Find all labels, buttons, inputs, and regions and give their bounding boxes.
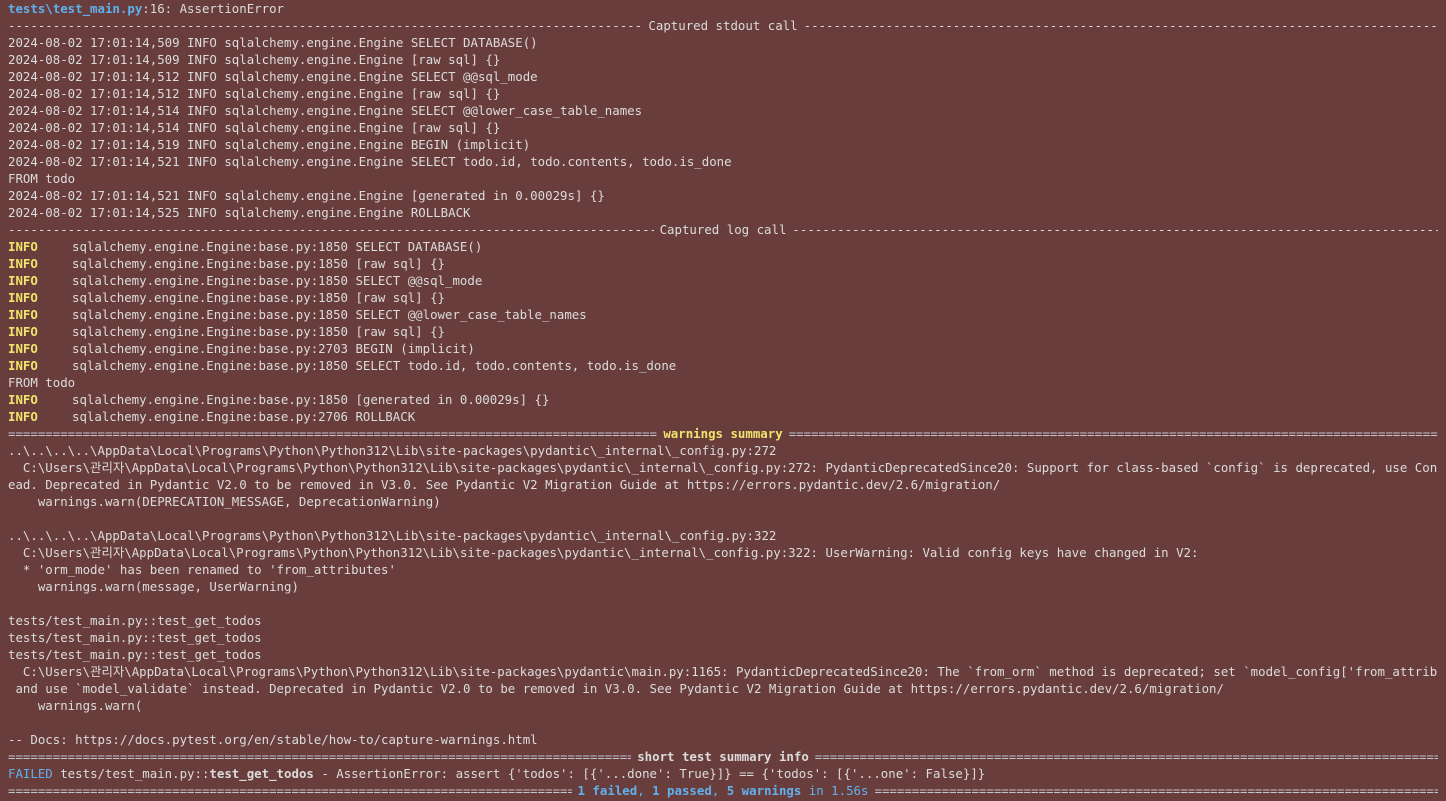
warning-message: C:\Users\관리자\AppData\Local\Programs\Pyth… <box>8 664 1438 679</box>
log-message: sqlalchemy.engine.Engine:base.py:1850 SE… <box>72 358 677 373</box>
log-line: INFO sqlalchemy.engine.Engine:base.py:185… <box>8 272 1438 289</box>
log-line-continuation: FROM todo <box>8 375 76 390</box>
log-message: sqlalchemy.engine.Engine:base.py:1850 [g… <box>72 392 550 407</box>
warnings-section-title: warnings summary <box>663 426 783 441</box>
log-line: INFO sqlalchemy.engine.Engine:base.py:185… <box>8 238 1438 255</box>
stdout-line: FROM todo <box>8 171 76 186</box>
warning-call: warnings.warn(DEPRECATION_MESSAGE, Depre… <box>8 494 441 509</box>
log-level: INFO <box>8 392 38 407</box>
stdout-section-title: Captured stdout call <box>648 18 798 33</box>
log-level: INFO <box>8 409 38 424</box>
log-section-title: Captured log call <box>659 222 787 237</box>
log-line: INFO sqlalchemy.engine.Engine:base.py:185… <box>8 391 1438 408</box>
warning-call: warnings.warn( <box>8 698 143 713</box>
log-level: INFO <box>8 256 38 271</box>
log-message: sqlalchemy.engine.Engine:base.py:2706 RO… <box>72 409 416 424</box>
warning-message: C:\Users\관리자\AppData\Local\Programs\Pyth… <box>8 460 1438 475</box>
failed-count: 1 failed <box>577 783 638 798</box>
traceback-error: :16: AssertionError <box>142 1 285 16</box>
log-message: sqlalchemy.engine.Engine:base.py:1850 [r… <box>72 256 445 271</box>
warnings-count: 5 warnings <box>726 783 802 798</box>
log-level: INFO <box>8 341 38 356</box>
log-message: sqlalchemy.engine.Engine:base.py:2703 BE… <box>72 341 475 356</box>
warning-test-id: tests/test_main.py::test_get_todos <box>8 647 262 662</box>
stdout-line: 2024-08-02 17:01:14,519 INFO sqlalchemy.… <box>8 137 531 152</box>
duration: in 1.56s <box>801 783 869 798</box>
failed-test-message: - AssertionError: assert {'todos': [{'..… <box>313 766 986 781</box>
failed-test-path: tests/test_main.py:: <box>52 766 210 781</box>
stdout-line: 2024-08-02 17:01:14,521 INFO sqlalchemy.… <box>8 188 605 203</box>
log-message: sqlalchemy.engine.Engine:base.py:1850 [r… <box>72 324 445 339</box>
stdout-line: 2024-08-02 17:01:14,525 INFO sqlalchemy.… <box>8 205 471 220</box>
final-result-line: 1 failed, 1 passed, 5 warnings in 1.56s <box>8 782 1438 799</box>
log-section-separator: Captured log call <box>8 221 1438 238</box>
log-message: sqlalchemy.engine.Engine:base.py:1850 SE… <box>72 239 483 254</box>
passed-count: 1 passed <box>652 783 712 798</box>
failed-test-name: test_get_todos <box>209 766 314 781</box>
stdout-section-separator: Captured stdout call <box>8 17 1438 34</box>
warning-message-continued: ead. Deprecated in Pydantic V2.0 to be r… <box>8 477 1001 492</box>
traceback-location: tests\test_main.py:16: AssertionError <box>8 0 1438 17</box>
docs-link[interactable]: -- Docs: https://docs.pytest.org/en/stab… <box>8 731 1438 748</box>
terminal-output: tests\test_main.py:16: AssertionError Ca… <box>0 0 1446 801</box>
summary-section-separator: short test summary info <box>8 748 1438 765</box>
summary-section-title: short test summary info <box>637 749 809 764</box>
log-line: INFO sqlalchemy.engine.Engine:base.py:185… <box>8 323 1438 340</box>
warning-test-id: tests/test_main.py::test_get_todos <box>8 630 262 645</box>
log-level: INFO <box>8 324 38 339</box>
stdout-line: 2024-08-02 17:01:14,514 INFO sqlalchemy.… <box>8 120 501 135</box>
stdout-line: 2024-08-02 17:01:14,514 INFO sqlalchemy.… <box>8 103 643 118</box>
failed-test-line: FAILED tests/test_main.py::test_get_todo… <box>8 765 1438 782</box>
warnings-section-separator: warnings summary <box>8 425 1438 442</box>
log-level: INFO <box>8 290 38 305</box>
log-level: INFO <box>8 239 38 254</box>
log-line: INFO sqlalchemy.engine.Engine:base.py:270… <box>8 340 1438 357</box>
stdout-line: 2024-08-02 17:01:14,512 INFO sqlalchemy.… <box>8 69 538 84</box>
warning-message-continued: and use `model_validate` instead. Deprec… <box>8 681 1224 696</box>
failed-label: FAILED <box>8 766 53 781</box>
log-line: INFO sqlalchemy.engine.Engine:base.py:185… <box>8 357 1438 374</box>
warning-location: ..\..\..\..\AppData\Local\Programs\Pytho… <box>8 443 777 458</box>
stdout-line: 2024-08-02 17:01:14,509 INFO sqlalchemy.… <box>8 52 501 67</box>
warning-location: ..\..\..\..\AppData\Local\Programs\Pytho… <box>8 528 777 543</box>
log-line: INFO sqlalchemy.engine.Engine:base.py:185… <box>8 306 1438 323</box>
stdout-line: 2024-08-02 17:01:14,521 INFO sqlalchemy.… <box>8 154 732 169</box>
final-result: 1 failed, 1 passed, 5 warnings in 1.56s <box>577 783 869 798</box>
log-level: INFO <box>8 273 38 288</box>
log-level: INFO <box>8 307 38 322</box>
log-message: sqlalchemy.engine.Engine:base.py:1850 SE… <box>72 273 483 288</box>
log-line: INFO sqlalchemy.engine.Engine:base.py:185… <box>8 289 1438 306</box>
stdout-line: 2024-08-02 17:01:14,509 INFO sqlalchemy.… <box>8 35 538 50</box>
log-line: INFO sqlalchemy.engine.Engine:base.py:185… <box>8 255 1438 272</box>
warning-message: C:\Users\관리자\AppData\Local\Programs\Pyth… <box>8 545 1199 560</box>
warning-call: warnings.warn(message, UserWarning) <box>8 579 299 594</box>
log-lines: INFO sqlalchemy.engine.Engine:base.py:185… <box>8 238 1438 425</box>
log-message: sqlalchemy.engine.Engine:base.py:1850 SE… <box>72 307 587 322</box>
warning-bullet: * 'orm_mode' has been renamed to 'from_a… <box>8 562 396 577</box>
log-level: INFO <box>8 358 38 373</box>
log-line: INFO sqlalchemy.engine.Engine:base.py:270… <box>8 408 1438 425</box>
warning-test-id: tests/test_main.py::test_get_todos <box>8 613 262 628</box>
traceback-file-link[interactable]: tests\test_main.py <box>8 1 142 16</box>
stdout-line: 2024-08-02 17:01:14,512 INFO sqlalchemy.… <box>8 86 501 101</box>
log-message: sqlalchemy.engine.Engine:base.py:1850 [r… <box>72 290 445 305</box>
stdout-lines: 2024-08-02 17:01:14,509 INFO sqlalchemy.… <box>8 34 1438 221</box>
